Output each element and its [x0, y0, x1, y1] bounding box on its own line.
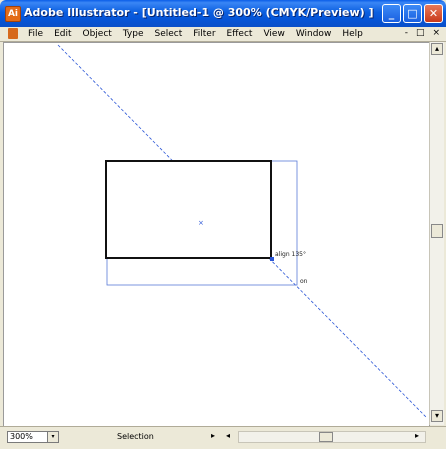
title-bar[interactable]: Ai Adobe Illustrator - [Untitled-1 @ 300… [0, 0, 446, 27]
menu-bar: File Edit Object Type Select Filter Effe… [0, 27, 446, 42]
menu-object[interactable]: Object [83, 29, 112, 39]
menu-items: File Edit Object Type Select Filter Effe… [28, 29, 374, 39]
vertical-scroll-thumb[interactable] [431, 224, 443, 238]
menu-type[interactable]: Type [123, 29, 144, 39]
application-window: Ai Adobe Illustrator - [Untitled-1 @ 300… [0, 0, 446, 449]
menu-view[interactable]: View [263, 29, 284, 39]
smart-guide-align-label: align 135° [275, 251, 306, 258]
menu-select[interactable]: Select [154, 29, 182, 39]
scroll-right-button[interactable]: ▸ [415, 431, 419, 440]
center-point-mark: × [198, 219, 204, 227]
smart-guide-on-label: on [300, 278, 308, 285]
zoom-level-field[interactable]: 300% ▾ [7, 431, 59, 443]
maximize-button[interactable]: □ [403, 4, 422, 23]
document-icon[interactable] [8, 28, 18, 39]
status-bar: 300% ▾ Selection ▸ ◂ ▸ [0, 426, 446, 449]
current-tool-status[interactable]: Selection [117, 432, 154, 441]
doc-restore-button[interactable]: □ [416, 28, 425, 38]
scroll-down-button[interactable]: ▾ [431, 410, 443, 422]
minimize-button[interactable]: _ [382, 4, 401, 23]
menu-window[interactable]: Window [296, 29, 332, 39]
menu-effect[interactable]: Effect [227, 29, 253, 39]
menu-filter[interactable]: Filter [193, 29, 215, 39]
vertical-scrollbar[interactable]: ▴ ▾ [429, 42, 444, 425]
menu-help[interactable]: Help [342, 29, 363, 39]
doc-minimize-button[interactable]: - [405, 28, 408, 38]
anchor-point[interactable] [270, 257, 274, 261]
doc-close-button[interactable]: × [432, 28, 440, 38]
artboard-canvas[interactable]: × align 135° on [3, 42, 430, 427]
selected-rectangle[interactable] [105, 160, 272, 259]
window-title: Adobe Illustrator - [Untitled-1 @ 300% (… [24, 6, 374, 19]
canvas-artwork: × align 135° on [57, 44, 428, 419]
zoom-dropdown-icon[interactable]: ▾ [47, 432, 58, 442]
zoom-value: 300% [10, 432, 33, 441]
horizontal-scroll-thumb[interactable] [319, 432, 333, 442]
scroll-up-button[interactable]: ▴ [431, 43, 443, 55]
status-menu-arrow-icon[interactable]: ▸ [211, 431, 215, 440]
illustrator-app-icon[interactable]: Ai [5, 6, 21, 22]
menu-edit[interactable]: Edit [54, 29, 71, 39]
scroll-left-button[interactable]: ◂ [226, 431, 230, 440]
menu-file[interactable]: File [28, 29, 43, 39]
close-button[interactable]: ✕ [424, 4, 443, 23]
document-window-controls: - □ × [405, 28, 440, 38]
horizontal-scrollbar[interactable] [238, 431, 426, 443]
